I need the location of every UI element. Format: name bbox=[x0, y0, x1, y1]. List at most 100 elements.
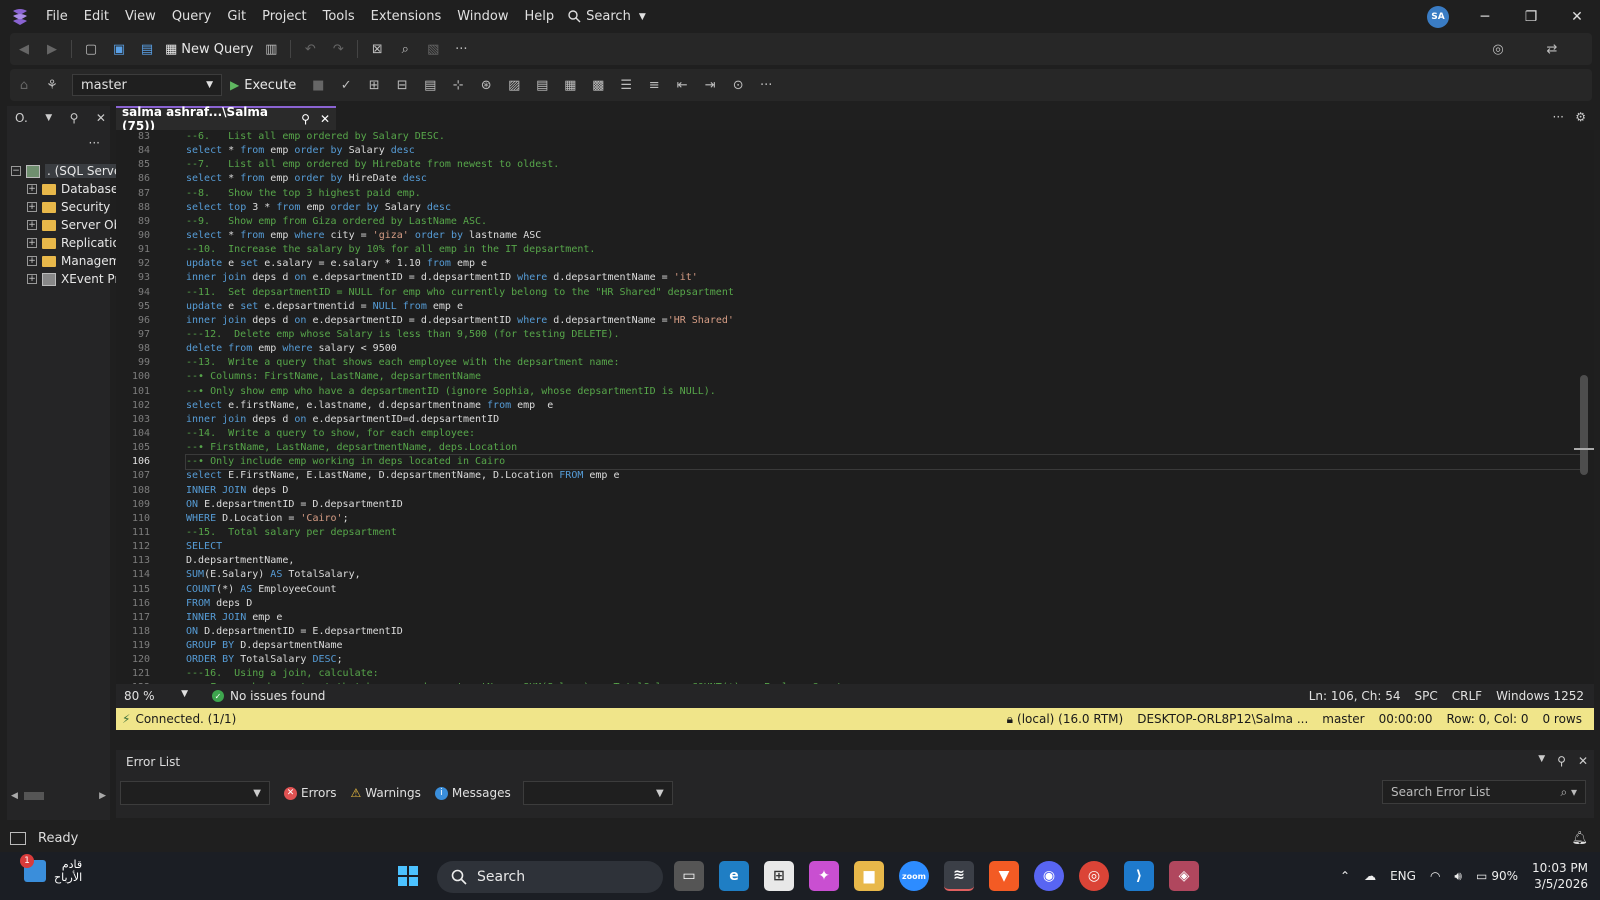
zoom-icon[interactable]: zoom bbox=[899, 861, 929, 891]
expand-icon[interactable]: + bbox=[27, 202, 37, 212]
menu-file[interactable]: File bbox=[38, 0, 76, 33]
decrease-indent-icon[interactable]: ⇤ bbox=[671, 74, 693, 96]
volume-icon[interactable]: 🔊︎ bbox=[1454, 869, 1462, 884]
errors-filter-button[interactable]: ✕ Errors bbox=[284, 786, 337, 800]
estimated-plan-icon[interactable]: ⊞ bbox=[363, 74, 385, 96]
code-line[interactable]: select E.FirstName, E.LastName, D.depsar… bbox=[186, 469, 1586, 483]
error-list-search-input[interactable]: Search Error List ⌕ ▾ bbox=[1382, 780, 1586, 804]
code-line[interactable]: ON D.depsartmentID = E.depsartmentID bbox=[186, 625, 1586, 639]
zoom-dropdown[interactable]: 80 % ▼ bbox=[116, 689, 196, 703]
brave-icon[interactable]: ▼ bbox=[989, 861, 1019, 891]
more-icon[interactable]: ··· bbox=[755, 74, 777, 96]
intellisense-icon[interactable]: ▤ bbox=[419, 74, 441, 96]
live-stats-icon[interactable]: ⊛ bbox=[475, 74, 497, 96]
horizontal-scrollbar[interactable]: ◀ ▶ bbox=[11, 790, 106, 802]
client-stats-icon[interactable]: ▨ bbox=[503, 74, 525, 96]
messages-filter-button[interactable]: i Messages bbox=[434, 786, 511, 800]
chevron-up-icon[interactable]: ⌃ bbox=[1340, 869, 1350, 883]
code-line[interactable]: --9. Show emp from Giza ordered by LastN… bbox=[186, 215, 1586, 229]
forward-icon[interactable]: ▶ bbox=[41, 38, 63, 60]
cursor-position[interactable]: Ln: 106, Ch: 54 bbox=[1309, 689, 1401, 703]
battery-icon[interactable]: ▭ bbox=[1476, 869, 1487, 883]
menu-view[interactable]: View bbox=[117, 0, 164, 33]
code-line[interactable]: --14. Write a query to show, for each em… bbox=[186, 427, 1586, 441]
properties-icon[interactable]: ▧ bbox=[422, 38, 444, 60]
gear-icon[interactable]: ⚙ bbox=[1575, 110, 1586, 124]
code-line[interactable]: ON E.depsartmentID = D.depsartmentID bbox=[186, 498, 1586, 512]
code-line[interactable]: --6. List all emp ordered by Salary DESC… bbox=[186, 130, 1586, 144]
more-icon[interactable]: ··· bbox=[450, 38, 472, 60]
uncomment-icon[interactable]: ≡ bbox=[643, 74, 665, 96]
code-line[interactable]: update e set e.salary = e.salary * 1.10 … bbox=[186, 257, 1586, 271]
start-button[interactable] bbox=[393, 861, 423, 891]
chrome-icon[interactable]: ◎ bbox=[1079, 861, 1109, 891]
save-icon[interactable]: ▣ bbox=[108, 38, 130, 60]
change-connection-icon[interactable]: ⚘ bbox=[41, 74, 63, 96]
back-icon[interactable]: ◀ bbox=[13, 38, 35, 60]
menu-window[interactable]: Window bbox=[449, 0, 516, 33]
scroll-left-icon[interactable]: ◀ bbox=[11, 791, 18, 801]
code-line[interactable]: WHERE D.Location = 'Cairo'; bbox=[186, 512, 1586, 526]
pin-icon[interactable]: ⚲ bbox=[1557, 754, 1566, 768]
results-to-grid-icon[interactable]: ▦ bbox=[559, 74, 581, 96]
code-line[interactable]: inner join deps d on e.depsartmentID=d.d… bbox=[186, 413, 1586, 427]
collapse-icon[interactable]: − bbox=[11, 166, 21, 176]
weather-widget[interactable]: 1 قادم الأرباح bbox=[20, 854, 82, 884]
pin-icon[interactable]: ⚲ bbox=[70, 111, 79, 125]
onedrive-icon[interactable]: ☁ bbox=[1364, 869, 1376, 883]
code-line[interactable]: INNER JOIN deps D bbox=[186, 484, 1586, 498]
redo-icon[interactable]: ↷ bbox=[327, 38, 349, 60]
comment-icon[interactable]: ☰ bbox=[615, 74, 637, 96]
expand-icon[interactable]: + bbox=[27, 274, 37, 284]
expand-icon[interactable]: + bbox=[27, 256, 37, 266]
undo-icon[interactable]: ↶ bbox=[299, 38, 321, 60]
taskbar-search[interactable]: Search bbox=[437, 861, 663, 893]
code-line[interactable]: --7. List all emp ordered by HireDate fr… bbox=[186, 158, 1586, 172]
code-line[interactable]: GROUP BY D.depsartmentName bbox=[186, 639, 1586, 653]
scrollbar-thumb[interactable] bbox=[23, 792, 44, 800]
share-icon[interactable]: ⇄ bbox=[1541, 38, 1563, 60]
code-line[interactable]: D.depsartmentName, bbox=[186, 554, 1586, 568]
edge-icon[interactable]: e bbox=[719, 861, 749, 891]
menu-search-button[interactable]: Search ▼ bbox=[568, 9, 646, 24]
code-line[interactable]: --• FirstName, LastName, depsartmentName… bbox=[186, 441, 1586, 455]
new-query-button[interactable]: ▦ New Query bbox=[165, 42, 253, 57]
vscode-icon[interactable]: ⟩ bbox=[1124, 861, 1154, 891]
execute-button[interactable]: ▶ Execute bbox=[230, 78, 296, 93]
code-line[interactable]: --10. Increase the salary by 10% for all… bbox=[186, 243, 1586, 257]
menu-extensions[interactable]: Extensions bbox=[363, 0, 450, 33]
scope-dropdown[interactable]: ▼ bbox=[120, 781, 270, 805]
code-line[interactable]: SUM(E.Salary) AS TotalSalary, bbox=[186, 568, 1586, 582]
ssms-taskbar-icon[interactable]: ≋ bbox=[944, 861, 974, 891]
code-line[interactable]: --13. Write a query that shows each empl… bbox=[186, 356, 1586, 370]
encoding[interactable]: Windows 1252 bbox=[1496, 689, 1584, 703]
query-options-icon[interactable]: ▥ bbox=[260, 38, 282, 60]
wifi-icon[interactable]: ◠ bbox=[1430, 869, 1440, 883]
code-line[interactable]: SELECT bbox=[186, 540, 1586, 554]
minimize-button[interactable]: ─ bbox=[1462, 0, 1508, 33]
code-line[interactable]: select * from emp where city = 'giza' or… bbox=[186, 229, 1586, 243]
code-line[interactable]: select e.firstName, e.lastname, d.depsar… bbox=[186, 399, 1586, 413]
increase-indent-icon[interactable]: ⇥ bbox=[699, 74, 721, 96]
connect-icon[interactable]: ⌂ bbox=[13, 74, 35, 96]
line-ending[interactable]: CRLF bbox=[1452, 689, 1482, 703]
pin-icon[interactable]: ⚲ bbox=[301, 112, 310, 126]
menu-query[interactable]: Query bbox=[164, 0, 220, 33]
close-icon[interactable]: ✕ bbox=[1578, 754, 1588, 768]
menu-help[interactable]: Help bbox=[517, 0, 563, 33]
menu-tools[interactable]: Tools bbox=[315, 0, 363, 33]
chevron-down-icon[interactable]: ▼ bbox=[1538, 754, 1545, 768]
tree-node-management[interactable]: + Managem bbox=[27, 252, 120, 270]
code-line[interactable]: ---16. Using a join, calculate: bbox=[186, 667, 1586, 681]
chevron-down-icon[interactable]: ▼ bbox=[45, 113, 52, 123]
app-icon[interactable]: ◈ bbox=[1169, 861, 1199, 891]
code-line[interactable]: --• Columns: FirstName, LastName, depsar… bbox=[186, 370, 1586, 384]
discord-icon[interactable]: ◉ bbox=[1034, 861, 1064, 891]
specify-values-icon[interactable]: ⊙ bbox=[727, 74, 749, 96]
menu-git[interactable]: Git bbox=[219, 0, 254, 33]
tree-node-replication[interactable]: + Replicatio bbox=[27, 234, 120, 252]
tree-node-xevent[interactable]: + XEvent Pr bbox=[27, 270, 119, 288]
output-icon[interactable] bbox=[10, 831, 26, 845]
close-tab-icon[interactable]: ✕ bbox=[320, 112, 330, 126]
user-avatar[interactable]: SA bbox=[1427, 6, 1449, 28]
